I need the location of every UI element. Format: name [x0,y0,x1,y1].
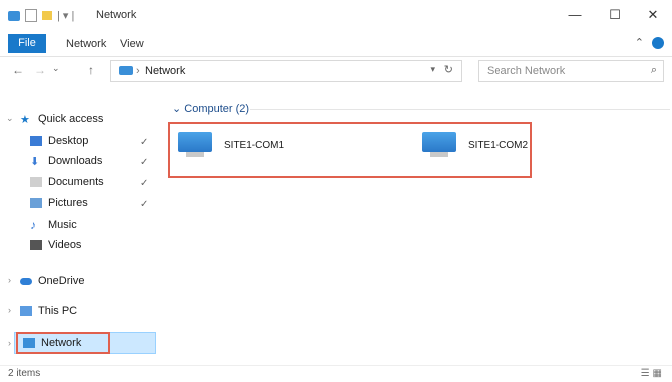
window-title: Network [96,9,137,21]
pin-icon[interactable]: ✓ [140,178,148,189]
up-button[interactable]: ↑ [88,63,94,77]
list-item[interactable]: SITE1-COM2 [422,132,528,158]
search-box[interactable]: Search Network ⌕ [478,60,664,82]
tab-file[interactable]: File [8,34,46,53]
close-button[interactable]: ✕ [638,5,668,25]
address-row: ← → ⌄ ↑ › Network ▾ ↻ Search Network ⌕ [0,57,672,85]
computer-icon [20,306,32,316]
chevron-right-icon[interactable]: › [8,305,11,315]
cloud-icon [20,277,32,285]
highlight-box [16,332,110,354]
sidebar-item-onedrive[interactable]: OneDrive [20,272,178,290]
sidebar-item-quick-access[interactable]: ★ Quick access [20,110,178,128]
view-toggle: ☰ ▦ [641,368,662,379]
chevron-down-icon[interactable]: ⌄ [6,113,14,124]
ribbon-collapse-icon[interactable]: ⌃ [635,36,644,49]
tab-view[interactable]: View [120,38,144,50]
sidebar-item-label: Quick access [38,113,104,125]
sidebar-item-label: Videos [48,239,82,251]
maximize-button[interactable]: ☐ [600,5,630,25]
search-input[interactable]: Search Network [487,65,565,77]
pictures-icon [30,198,42,208]
sidebar-item-label: Pictures [48,197,88,209]
pin-icon[interactable]: ✓ [140,199,148,210]
breadcrumb-separator-icon: › [136,65,140,77]
sidebar-item-this-pc[interactable]: This PC [20,302,178,320]
refresh-button[interactable]: ↻ [444,63,453,76]
network-icon [119,66,133,75]
pin-icon[interactable]: ✓ [140,137,148,148]
details-view-icon[interactable]: ☰ [641,368,650,379]
group-header[interactable]: ⌄ Computer (2) [172,102,249,115]
pin-icon[interactable]: ✓ [140,157,148,168]
item-count: 2 items [8,368,41,379]
sidebar-item-label: Music [48,219,77,231]
computer-name: SITE1-COM2 [468,139,529,151]
back-button[interactable]: ← [12,63,24,77]
videos-icon [30,240,42,250]
chevron-down-icon: ⌄ [172,103,185,115]
download-icon: ⬇ [30,155,40,168]
group-header-label: Computer (2) [184,103,250,115]
computer-name: SITE1-COM1 [224,139,285,151]
address-location[interactable]: Network [145,65,185,77]
desktop-icon [30,136,42,146]
file-list: ⌄ Computer (2) SITE1-COM1 SITE1-COM2 [160,96,672,361]
title-bar: | ▾ | Network — ☐ ✕ [0,0,672,30]
title-path-prefix: | ▾ | [57,10,75,22]
quick-access-toolbar: | ▾ | [8,9,74,22]
ribbon: File Network View ⌃ [0,30,672,57]
group-divider [250,109,670,110]
computer-icon [422,132,456,158]
sidebar-item-label: Desktop [48,135,89,147]
list-item[interactable]: SITE1-COM1 [178,132,284,158]
chevron-right-icon[interactable]: › [8,338,11,348]
large-icons-view-icon[interactable]: ▦ [653,368,662,379]
address-bar[interactable]: › Network ▾ ↻ [110,60,462,82]
music-icon: ♪ [30,218,36,232]
sidebar-item-label: Documents [48,176,104,188]
new-folder-icon[interactable] [42,11,52,20]
sidebar-item-label: OneDrive [38,275,85,287]
chevron-right-icon[interactable]: › [8,275,11,285]
document-icon [30,177,42,187]
search-icon[interactable]: ⌕ [651,64,657,77]
sidebar-item-label: This PC [38,305,78,317]
recent-locations-button[interactable]: ⌄ [52,63,60,74]
navigation-pane: ⌄ ★ Quick access Desktop ✓ ⬇ Downloads ✓… [0,96,158,361]
star-icon: ★ [20,113,30,126]
computer-icon [178,132,212,158]
address-dropdown-icon[interactable]: ▾ [430,64,435,75]
status-bar: 2 items ☰ ▦ [0,365,672,382]
minimize-button[interactable]: — [560,5,590,25]
tab-network[interactable]: Network [66,38,106,50]
forward-button[interactable]: → [34,63,46,77]
folder-network-icon [8,10,20,21]
sidebar-item-label: Downloads [48,155,103,167]
properties-icon[interactable] [25,9,37,22]
help-icon[interactable] [652,37,664,49]
